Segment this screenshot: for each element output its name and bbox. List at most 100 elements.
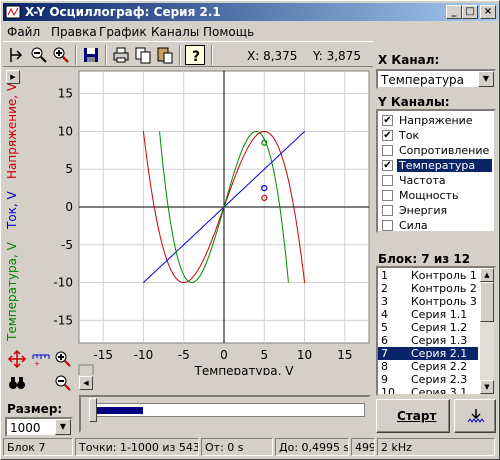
- block-label: Блок: 7 из 12: [378, 252, 471, 266]
- block-list-item[interactable]: 7 Серия 2.1: [378, 347, 478, 360]
- save-icon[interactable]: [81, 45, 101, 65]
- y-tick-label: -15: [53, 313, 73, 327]
- menu-help[interactable]: Помощь: [203, 25, 254, 39]
- y-channel-item[interactable]: Частота: [380, 173, 492, 188]
- y-channel-item[interactable]: Энергия: [380, 203, 492, 218]
- y-tick-label: -5: [61, 238, 73, 252]
- block-number: 5: [381, 321, 388, 334]
- block-list-item[interactable]: 5 Серия 1.2: [378, 321, 478, 334]
- block-list-item[interactable]: 9 Серия 2.3: [378, 373, 478, 386]
- y-channel-label: Мощность: [399, 189, 459, 202]
- waveform-arrow-icon: [467, 409, 485, 423]
- checkbox[interactable]: [382, 190, 393, 201]
- start-button[interactable]: Старт: [376, 399, 450, 433]
- x-channel-select[interactable]: Температура ▼: [376, 69, 496, 89]
- scroll-left-icon[interactable]: ◀: [79, 376, 93, 390]
- y-tick-label: -10: [53, 276, 73, 290]
- block-list: 1 Контроль 1 2 Контроль 2 3 Контроль 3 4 Серия …: [376, 266, 496, 396]
- block-list-item[interactable]: 8 Серия 2.2: [378, 360, 478, 373]
- toolbar-separator: [211, 45, 213, 65]
- y-channel-item[interactable]: ✔ Ток: [380, 128, 492, 143]
- y-channel-item[interactable]: Мощность: [380, 188, 492, 203]
- block-number: 7: [381, 347, 388, 360]
- block-list-scrollbar[interactable]: ▲ ▼: [480, 268, 494, 394]
- minimize-button[interactable]: _: [446, 5, 462, 19]
- y-channel-item[interactable]: ✔ Температура: [380, 158, 492, 173]
- chevron-down-icon[interactable]: ▼: [55, 419, 71, 435]
- oscilloscope-icon: [5, 5, 21, 19]
- block-number: 1: [381, 269, 388, 282]
- block-list-item[interactable]: 4 Серия 1.1: [378, 308, 478, 321]
- block-number: 10: [381, 386, 395, 396]
- toolbar-separator: [105, 45, 107, 65]
- copy-icon[interactable]: [133, 45, 153, 65]
- y-axis-label-voltage: Напряжение, V: [5, 82, 19, 179]
- x-axis-label: Температура, V: [194, 364, 295, 375]
- x-tick-label: 0: [220, 348, 228, 362]
- paste-icon[interactable]: [155, 45, 175, 65]
- data-window-fill: [91, 407, 143, 414]
- record-button[interactable]: [454, 399, 496, 433]
- y-channel-item[interactable]: Сопротивление: [380, 143, 492, 158]
- status-field: От: 0 s: [201, 438, 273, 456]
- checkbox[interactable]: ✔: [382, 115, 393, 126]
- y-channels-label: Y Каналы:: [378, 95, 450, 109]
- y-channel-label: Сила: [399, 219, 428, 232]
- checkbox[interactable]: ✔: [382, 160, 393, 171]
- checkbox[interactable]: ✔: [382, 130, 393, 141]
- y-axis-label-temperature: Температура, V: [5, 242, 19, 341]
- print-icon[interactable]: [111, 45, 131, 65]
- menu-channels[interactable]: Каналы: [151, 25, 199, 39]
- chevron-down-icon[interactable]: ▼: [478, 71, 494, 87]
- block-name: Серия 2.2: [411, 360, 468, 373]
- y-tick-label: 0: [65, 200, 73, 214]
- y-channel-label: Частота: [399, 174, 446, 187]
- scroll-down-icon[interactable]: ▼: [480, 380, 494, 394]
- zoom-out-icon[interactable]: [29, 45, 49, 65]
- y-readout: Y: 3,875: [313, 49, 361, 63]
- scroll-thumb[interactable]: [480, 282, 494, 322]
- x-tick-label: 5: [260, 348, 268, 362]
- block-list-item[interactable]: 10 Серия 3.1: [378, 386, 478, 396]
- y-channel-item[interactable]: Сила: [380, 218, 492, 232]
- toolbar-separator: [75, 45, 77, 65]
- checkbox[interactable]: [382, 145, 393, 156]
- menu-edit[interactable]: Правка: [51, 25, 97, 39]
- scroll-up-icon[interactable]: ▲: [480, 268, 494, 282]
- close-button[interactable]: ×: [480, 5, 496, 19]
- y-channels-list: ✔ Напряжение ✔ Ток Сопротивление ✔ Температура…: [376, 109, 496, 233]
- binoculars-icon[interactable]: [7, 373, 27, 393]
- maximize-button[interactable]: □: [462, 5, 478, 19]
- x-tick-label: -5: [178, 348, 190, 362]
- y-channel-item[interactable]: ✔ Напряжение: [380, 113, 492, 128]
- menu-chart[interactable]: График: [99, 25, 147, 39]
- zoom-in-icon[interactable]: [53, 349, 73, 369]
- block-list-item[interactable]: 3 Контроль 3: [378, 295, 478, 308]
- checkbox[interactable]: [382, 175, 393, 186]
- checkbox[interactable]: [382, 220, 393, 231]
- ruler-icon[interactable]: +: [31, 349, 51, 369]
- menu-bar: Файл Правка График Каналы Помощь: [3, 22, 498, 40]
- status-field: До: 0,4995 s: [275, 438, 349, 456]
- zoom-in-icon[interactable]: [51, 45, 71, 65]
- block-name: Контроль 3: [411, 295, 477, 308]
- status-field: Точки: 1-1000 из 5431: [75, 438, 199, 456]
- x-tick-label: -15: [93, 348, 113, 362]
- block-list-item[interactable]: 2 Контроль 2: [378, 282, 478, 295]
- toolbar: ? X: 8,375 Y: 3,875: [3, 41, 373, 67]
- block-list-item[interactable]: 1 Контроль 1: [378, 269, 478, 282]
- zoom-out-icon[interactable]: [53, 373, 73, 393]
- toolbar-separator: [179, 45, 181, 65]
- position-slider-handle[interactable]: [89, 398, 97, 422]
- x-tick-label: 10: [297, 348, 312, 362]
- panel-toggle-arrow-icon[interactable]: ▶: [6, 70, 20, 84]
- block-number: 9: [381, 373, 388, 386]
- menu-file[interactable]: Файл: [7, 25, 40, 39]
- xy-plot[interactable]: -15 -10 -5 0 5 10 15 15 10 5 0 -5 -10 -15 Температура,…: [21, 67, 373, 375]
- arrow-icon[interactable]: [7, 45, 27, 65]
- checkbox[interactable]: [382, 205, 393, 216]
- pan-icon[interactable]: [7, 349, 27, 369]
- block-list-item[interactable]: 6 Серия 1.3: [378, 334, 478, 347]
- size-select[interactable]: 1000 ▼: [5, 417, 73, 437]
- help-icon[interactable]: ?: [185, 45, 205, 65]
